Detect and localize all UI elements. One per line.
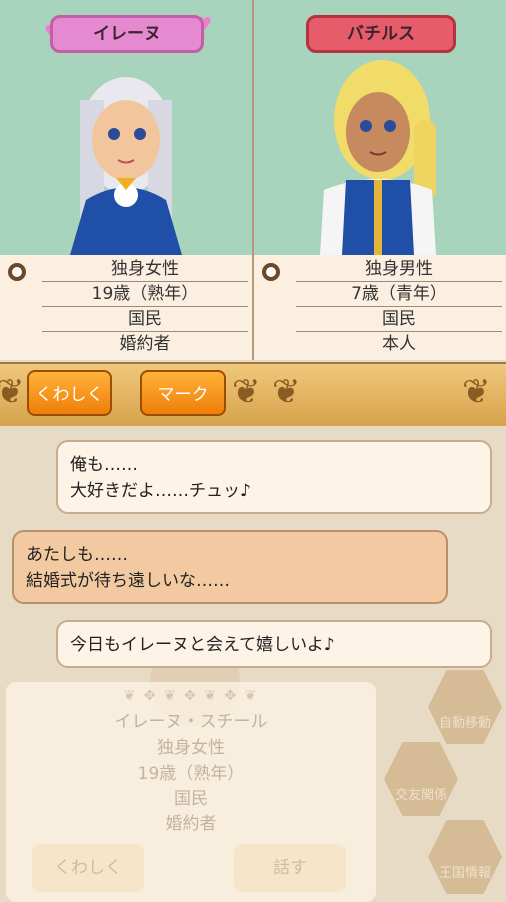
card-talk-button[interactable]: 話す [234, 844, 346, 892]
message-line: 大好きだよ……チュッ♪ [70, 481, 251, 501]
age: 7歳（青年） [296, 282, 502, 307]
ornament-icon: ❦ [0, 372, 25, 412]
age: 19歳（熟年） [42, 282, 248, 307]
action-toolbar: ❦ ❦ ❦ ❦ くわしく マーク [0, 362, 506, 428]
message-bubble: 今日もイレーヌと会えて嬉しいよ♪ [56, 620, 492, 668]
character-comparison: ♥ ♥ ♥ イレーヌ 独身女性 19歳（熟年） 国民 婚約者 [0, 0, 506, 360]
marital-status: 独身女性 [42, 257, 248, 282]
mark-button[interactable]: マーク [140, 370, 226, 416]
message-line: 今日もイレーヌと会えて嬉しいよ♪ [70, 635, 335, 655]
card-details-button[interactable]: くわしく [32, 844, 144, 892]
card-marital-status: 独身女性 [157, 738, 225, 758]
relationship: 本人 [382, 334, 416, 354]
ornament-icon: ❦ [272, 372, 301, 412]
character-name-tag: イレーヌ [50, 15, 204, 53]
message-line: 俺も…… [70, 455, 138, 475]
relationship: 婚約者 [119, 334, 171, 354]
citizenship: 国民 [296, 307, 502, 332]
character-info-left: 独身女性 19歳（熟年） 国民 婚約者 [0, 255, 252, 360]
message-bubble: あたしも…… 結婚式が待ち遠しいな…… [12, 530, 448, 604]
character-name-tag: バチルス [306, 15, 456, 53]
ring-icon [262, 263, 280, 281]
message-bubble: 俺も…… 大好きだよ……チュッ♪ [56, 440, 492, 514]
card-ornament: ❦ ✥ ❦ ✥ ❦ ✥ ❦ [123, 688, 259, 704]
details-button[interactable]: くわしく [27, 370, 112, 416]
marital-status: 独身男性 [296, 257, 502, 282]
ornament-icon: ❦ [232, 372, 261, 412]
character-panel-left: ♥ ♥ ♥ イレーヌ 独身女性 19歳（熟年） 国民 婚約者 [0, 0, 252, 360]
card-age: 19歳（熟年） [137, 764, 245, 784]
character-card-background: ❦ ✥ ❦ ✥ ❦ ✥ ❦ イレーヌ・スチール 独身女性 19歳（熟年） 国民 … [6, 682, 376, 902]
character-panel-right: バチルス 独身男性 7歳（青年） 国民 本人 [254, 0, 506, 360]
citizenship: 国民 [42, 307, 248, 332]
card-citizenship: 国民 [174, 789, 208, 809]
ornament-icon: ❦ [462, 372, 491, 412]
message-line: あたしも…… [26, 545, 128, 565]
ring-icon [8, 263, 26, 281]
card-relationship: 婚約者 [165, 814, 217, 834]
card-full-name: イレーヌ・スチール [114, 712, 268, 732]
character-info-right: 独身男性 7歳（青年） 国民 本人 [254, 255, 506, 360]
message-line: 結婚式が待ち遠しいな…… [26, 571, 230, 591]
